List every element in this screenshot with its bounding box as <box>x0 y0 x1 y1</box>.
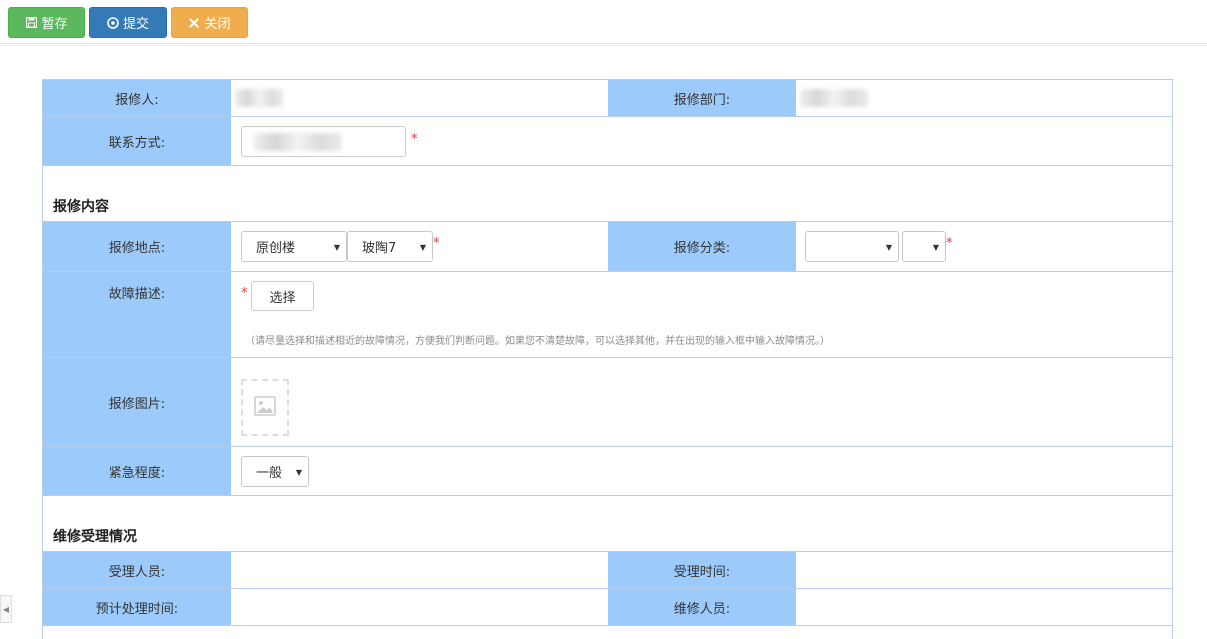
urgency-select[interactable]: 一般 ▼ <box>241 456 309 487</box>
fault-label: 故障描述: <box>43 272 231 357</box>
contact-number-redacted <box>254 133 342 151</box>
image-upload[interactable] <box>241 379 289 436</box>
contact-row: 联系方式: * <box>43 117 1172 166</box>
urgency-label: 紧急程度: <box>43 447 231 495</box>
reporter-label: 报修人: <box>43 80 231 116</box>
chevron-down-icon: ▼ <box>419 243 426 252</box>
fault-row: 故障描述: * 选择 （请尽量选择和描述相近的故障情况，方便我们判断问题。如果您… <box>43 272 1172 358</box>
handling-section-title: 维修受理情况 <box>53 529 137 545</box>
reporter-value <box>231 80 608 116</box>
content-section-title: 报修内容 <box>53 199 109 215</box>
check-circle-icon <box>107 16 119 29</box>
repairer-label: 维修人员: <box>608 589 796 625</box>
submit-label: 提交 <box>122 17 149 32</box>
category-value: ▼ ▼ * <box>796 222 1172 271</box>
eta-label: 预计处理时间: <box>43 589 231 625</box>
toolbar-divider <box>0 43 1207 46</box>
contact-input[interactable] <box>241 126 406 157</box>
location-row: 报修地点: 原创楼 ▼ 玻陶7 ▼ * 报修分类: ▼ ▼ * <box>43 222 1172 272</box>
category-select[interactable]: ▼ <box>805 231 899 262</box>
required-mark: * <box>241 286 248 301</box>
content-section-header: 报修内容 <box>43 166 1172 222</box>
receiver-value <box>231 552 608 588</box>
scroll-left-button[interactable]: ◀ <box>0 595 12 623</box>
repairer-value <box>796 589 1172 625</box>
building-select[interactable]: 原创楼 ▼ <box>241 231 347 262</box>
choose-fault-button[interactable]: 选择 <box>251 281 314 311</box>
image-label: 报修图片: <box>43 358 231 446</box>
required-mark: * <box>433 236 440 251</box>
urgency-row: 紧急程度: 一般 ▼ <box>43 447 1172 496</box>
required-mark: * <box>411 132 418 147</box>
save-draft-button[interactable]: 暂存 <box>8 7 85 38</box>
reporter-name-redacted <box>235 89 283 107</box>
department-label: 报修部门: <box>608 80 796 116</box>
chevron-left-icon: ◀ <box>2 604 10 614</box>
chevron-down-icon: ▼ <box>932 243 939 252</box>
contact-value: * <box>231 117 1172 165</box>
building-select-value: 原创楼 <box>256 241 296 256</box>
reporter-row: 报修人: 报修部门: <box>43 80 1172 117</box>
location-value: 原创楼 ▼ 玻陶7 ▼ * <box>231 222 608 271</box>
toolbar: 暂存 提交 关闭 <box>0 0 1207 46</box>
room-select-value: 玻陶7 <box>362 241 397 256</box>
chevron-down-icon: ▼ <box>885 243 892 252</box>
subcategory-select[interactable]: ▼ <box>902 231 946 262</box>
department-value <box>796 80 1172 116</box>
close-icon <box>188 17 200 29</box>
floppy-disk-icon <box>25 17 37 29</box>
eta-value <box>231 589 608 625</box>
eta-row: 预计处理时间: 维修人员: <box>43 589 1172 626</box>
receive-time-label: 受理时间: <box>608 552 796 588</box>
receiver-label: 受理人员: <box>43 552 231 588</box>
handling-section-header: 维修受理情况 <box>43 496 1172 552</box>
receive-time-value <box>796 552 1172 588</box>
contact-label: 联系方式: <box>43 117 231 165</box>
save-draft-label: 暂存 <box>41 17 68 32</box>
repair-form: 报修人: 报修部门: 联系方式: * 报修内容 报修地点: 原创楼 ▼ 玻陶7 … <box>42 79 1173 639</box>
receiver-row: 受理人员: 受理时间: <box>43 552 1172 589</box>
image-value <box>231 358 1172 446</box>
fault-value: * 选择 （请尽量选择和描述相近的故障情况，方便我们判断问题。如果您不清楚故障，… <box>231 272 1172 357</box>
chevron-down-icon: ▼ <box>333 243 340 252</box>
chevron-down-icon: ▼ <box>295 468 302 477</box>
required-mark: * <box>946 236 953 251</box>
urgency-select-value: 一般 <box>256 466 283 481</box>
image-row: 报修图片: <box>43 358 1172 447</box>
fault-hint-text: （请尽量选择和描述相近的故障情况，方便我们判断问题。如果您不清楚故障，可以选择其… <box>245 336 830 347</box>
category-label: 报修分类: <box>608 222 796 271</box>
close-button[interactable]: 关闭 <box>171 7 248 38</box>
department-name-redacted <box>800 89 868 107</box>
image-icon <box>254 395 276 420</box>
urgency-value: 一般 ▼ <box>231 447 1172 495</box>
location-label: 报修地点: <box>43 222 231 271</box>
close-label: 关闭 <box>204 17 231 32</box>
room-select[interactable]: 玻陶7 ▼ <box>347 231 433 262</box>
submit-button[interactable]: 提交 <box>89 7 167 38</box>
